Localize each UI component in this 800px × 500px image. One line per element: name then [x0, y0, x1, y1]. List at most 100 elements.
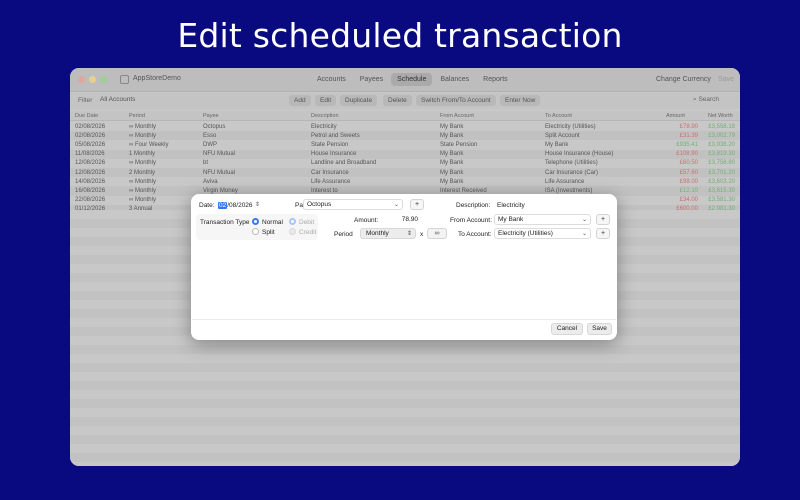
table-row[interactable]: 12/08/2026 2 Monthly NFU Mutual Car Insuran…	[70, 168, 740, 178]
due-date-cell: 12/08/2026	[75, 169, 106, 176]
add-to-account-button[interactable]: +	[596, 228, 610, 239]
header-net-worth[interactable]: Net Worth	[708, 113, 733, 119]
credit-radio[interactable]	[289, 228, 296, 235]
add-from-account-button[interactable]: +	[596, 214, 610, 225]
table-row[interactable]: 14/08/2026 ∞ Monthly Aviva Life Assurance My…	[70, 177, 740, 187]
description-cell: Petrol and Sweets	[311, 132, 360, 139]
date-day-segment[interactable]: 02	[218, 202, 228, 209]
search-icon: ⌕	[693, 96, 697, 103]
header-description[interactable]: Description	[311, 113, 339, 119]
description-cell: Landline and Broadband	[311, 160, 377, 167]
header-due-date[interactable]: Due Date	[75, 113, 98, 119]
app-title: AppStoreDemo	[133, 75, 181, 82]
period-cell: ∞ Monthly	[129, 123, 156, 130]
from-account-cell: My Bank	[440, 132, 464, 139]
link-icon[interactable]: ∞	[427, 228, 447, 239]
title-bar: AppStoreDemo Accounts Payees Schedule Ba…	[70, 68, 740, 92]
due-date-cell: 14/08/2026	[75, 178, 106, 185]
dialog-divider	[192, 319, 616, 320]
description-label: Description:	[456, 202, 491, 209]
payee-value: Octopus	[307, 201, 332, 208]
due-date-cell: 11/08/2026	[75, 151, 105, 158]
tab-balances[interactable]: Balances	[434, 73, 475, 86]
date-stepper-icon[interactable]: ⇕	[255, 201, 260, 208]
chevron-down-icon: ⌄	[581, 217, 587, 223]
due-date-cell: 22/08/2026	[75, 197, 106, 204]
table-row[interactable]: 05/08/2026 ∞ Four Weekly DWP State Pension S…	[70, 140, 740, 150]
close-window-button[interactable]	[78, 76, 85, 83]
table-row[interactable]: 11/08/2026 1 Monthly NFU Mutual House Insur…	[70, 149, 740, 159]
net-worth-cell: £3,581.30	[708, 197, 735, 204]
period-popup[interactable]: Monthly ⇕	[360, 228, 416, 239]
cancel-button[interactable]: Cancel	[551, 323, 583, 335]
normal-radio[interactable]	[252, 218, 259, 225]
table-row[interactable]: 02/08/2026 ∞ Monthly Esso Petrol and Sweets…	[70, 131, 740, 141]
period-cell: ∞ Monthly	[129, 132, 156, 139]
change-currency-button[interactable]: Change Currency	[656, 76, 711, 83]
transaction-type-label: Transaction Type	[200, 219, 250, 226]
credit-radio-label: Credit	[299, 229, 317, 236]
table-row[interactable]: 12/08/2026 ∞ Monthly bt Landline and Broadb…	[70, 158, 740, 168]
description-field[interactable]: Electricity	[497, 202, 525, 209]
amount-cell: £31.39	[679, 132, 698, 139]
minimize-window-button[interactable]	[89, 76, 96, 83]
enter-now-button[interactable]: Enter Now	[500, 95, 541, 106]
net-worth-cell: £3,819.30	[708, 151, 735, 158]
period-label: Period	[334, 231, 353, 238]
period-cell: 1 Monthly	[129, 151, 156, 158]
to-account-cell: Telephone (Utilities)	[545, 160, 598, 167]
debit-radio[interactable]	[289, 218, 296, 225]
zoom-window-button[interactable]	[100, 76, 107, 83]
description-cell: Life Assurance	[311, 178, 351, 185]
search-field[interactable]: ⌕ Search	[693, 96, 735, 106]
tab-payees[interactable]: Payees	[354, 73, 389, 86]
from-account-label: From Account:	[450, 217, 492, 224]
period-value: Monthly	[366, 230, 389, 237]
save-button[interactable]: Save	[587, 323, 612, 335]
debit-radio-label: Debit	[299, 219, 315, 226]
add-button[interactable]: Add	[289, 95, 311, 106]
filter-select[interactable]: All Accounts	[100, 96, 135, 103]
due-date-cell: 12/08/2026	[75, 160, 106, 167]
edit-button[interactable]: Edit	[315, 95, 337, 106]
net-worth-cell: £3,558.18	[708, 123, 735, 130]
from-account-cell: My Bank	[440, 151, 464, 158]
header-from-account[interactable]: From Account	[440, 113, 474, 119]
amount-cell: £12.10	[679, 187, 698, 194]
delete-button[interactable]: Delete	[383, 95, 412, 106]
tab-accounts[interactable]: Accounts	[311, 73, 352, 86]
tab-schedule[interactable]: Schedule	[391, 73, 433, 86]
header-to-account[interactable]: To Account	[545, 113, 572, 119]
date-rest-segment[interactable]: /08/2026	[227, 202, 252, 209]
from-account-cell: My Bank	[440, 169, 464, 176]
payee-combo[interactable]: Octopus ⌄	[303, 199, 403, 210]
description-cell: Electricity	[311, 123, 337, 130]
due-date-cell: 02/08/2026	[75, 123, 106, 130]
header-amount[interactable]: Amount	[666, 113, 685, 119]
split-radio[interactable]	[252, 228, 259, 235]
add-payee-button[interactable]: +	[410, 199, 424, 210]
payee-cell: Octopus	[203, 123, 226, 130]
window-save-button[interactable]: Save	[718, 76, 734, 83]
payee-cell: bt	[203, 160, 209, 167]
net-worth-cell: £3,938.20	[708, 141, 735, 148]
date-field[interactable]: 02/08/2026	[218, 202, 253, 209]
tab-reports[interactable]: Reports	[477, 73, 514, 86]
header-payee[interactable]: Payee	[203, 113, 219, 119]
table-row[interactable]: 02/08/2026 ∞ Monthly Octopus Electricity My …	[70, 122, 740, 132]
normal-radio-label: Normal	[262, 219, 283, 226]
amount-cell: £78.90	[679, 123, 698, 130]
from-account-combo[interactable]: My Bank ⌄	[494, 214, 591, 225]
to-account-combo[interactable]: Electricity (Utilities) ⌄	[494, 228, 591, 239]
duplicate-button[interactable]: Duplicate	[340, 95, 378, 106]
date-label: Date:	[199, 202, 215, 209]
due-date-cell: 05/08/2026	[75, 141, 106, 148]
payee-cell: NFU Mutual	[203, 169, 236, 176]
sidebar-toggle-icon[interactable]	[120, 75, 129, 84]
switch-accounts-button[interactable]: Switch From/To Account	[416, 95, 496, 106]
header-period[interactable]: Period	[129, 113, 145, 119]
amount-field[interactable]: 78.90	[384, 216, 418, 226]
description-cell: Car Insurance	[311, 169, 349, 176]
net-worth-cell: £3,758.80	[708, 160, 735, 167]
due-date-cell: 16/08/2026	[75, 187, 106, 194]
